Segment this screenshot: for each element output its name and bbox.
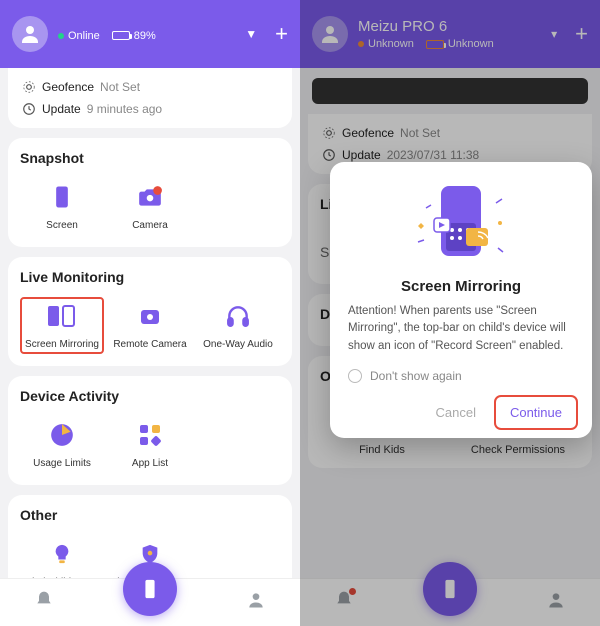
update-row[interactable]: Update 9 minutes ago — [20, 98, 280, 120]
modal-illustration — [348, 178, 574, 268]
section-title: Other — [20, 507, 280, 523]
screen-mirroring-tile[interactable]: Screen Mirroring — [20, 297, 104, 354]
battery-icon — [112, 31, 130, 40]
modal-title: Screen Mirroring — [348, 278, 574, 295]
one-way-audio-tile[interactable]: One-Way Audio — [196, 297, 280, 354]
clock-icon — [22, 102, 36, 116]
geofence-row[interactable]: Geofence Not Set — [20, 76, 280, 98]
left-pane: Online 89% ▼ + Geofence Not Set Update 9… — [0, 0, 300, 626]
continue-button[interactable]: Continue — [498, 399, 574, 426]
screen-mirroring-icon — [44, 301, 80, 331]
geofence-icon — [22, 80, 36, 94]
snapshot-section: Snapshot Screen Camera — [8, 138, 292, 247]
nav-profile-icon[interactable] — [246, 590, 266, 615]
lightbulb-icon — [44, 539, 80, 569]
device-activity-section: Device Activity Usage Limits App List — [8, 376, 292, 485]
right-pane: Meizu PRO 6 Unknown Unknown ▾ + Geofence… — [300, 0, 600, 626]
screen-mirroring-modal: Screen Mirroring Attention! When parents… — [330, 162, 592, 438]
checkbox-icon — [348, 369, 362, 383]
screen-icon — [44, 182, 80, 212]
snapshot-camera-tile[interactable]: Camera — [108, 178, 192, 235]
bottom-nav — [0, 578, 300, 626]
remote-camera-tile[interactable]: Remote Camera — [108, 297, 192, 354]
snapshot-screen-tile[interactable]: Screen — [20, 178, 104, 235]
section-title: Device Activity — [20, 388, 280, 404]
pie-chart-icon — [44, 420, 80, 450]
live-monitoring-section: Live Monitoring Screen Mirroring Remote … — [8, 257, 292, 366]
modal-body: Attention! When parents use "Screen Mirr… — [348, 303, 574, 355]
battery-indicator: 89% — [112, 30, 156, 42]
person-icon — [18, 22, 42, 46]
status-online: Online — [58, 30, 100, 42]
nav-bell-icon[interactable] — [34, 590, 54, 615]
app-list-tile[interactable]: App List — [108, 416, 192, 473]
section-title: Live Monitoring — [20, 269, 280, 285]
cancel-button[interactable]: Cancel — [423, 399, 487, 426]
headphones-icon — [220, 301, 256, 331]
section-title: Snapshot — [20, 150, 280, 166]
remote-camera-icon — [132, 301, 168, 331]
dont-show-again-row[interactable]: Don't show again — [348, 369, 574, 383]
usage-limits-tile[interactable]: Usage Limits — [20, 416, 104, 473]
avatar[interactable] — [12, 16, 48, 52]
nav-fab-device[interactable] — [123, 562, 177, 616]
chevron-down-icon[interactable]: ▼ — [245, 27, 257, 41]
header: Online 89% ▼ + — [0, 0, 300, 68]
camera-icon — [132, 182, 168, 212]
add-device-button[interactable]: + — [275, 21, 288, 47]
apps-icon — [132, 420, 168, 450]
